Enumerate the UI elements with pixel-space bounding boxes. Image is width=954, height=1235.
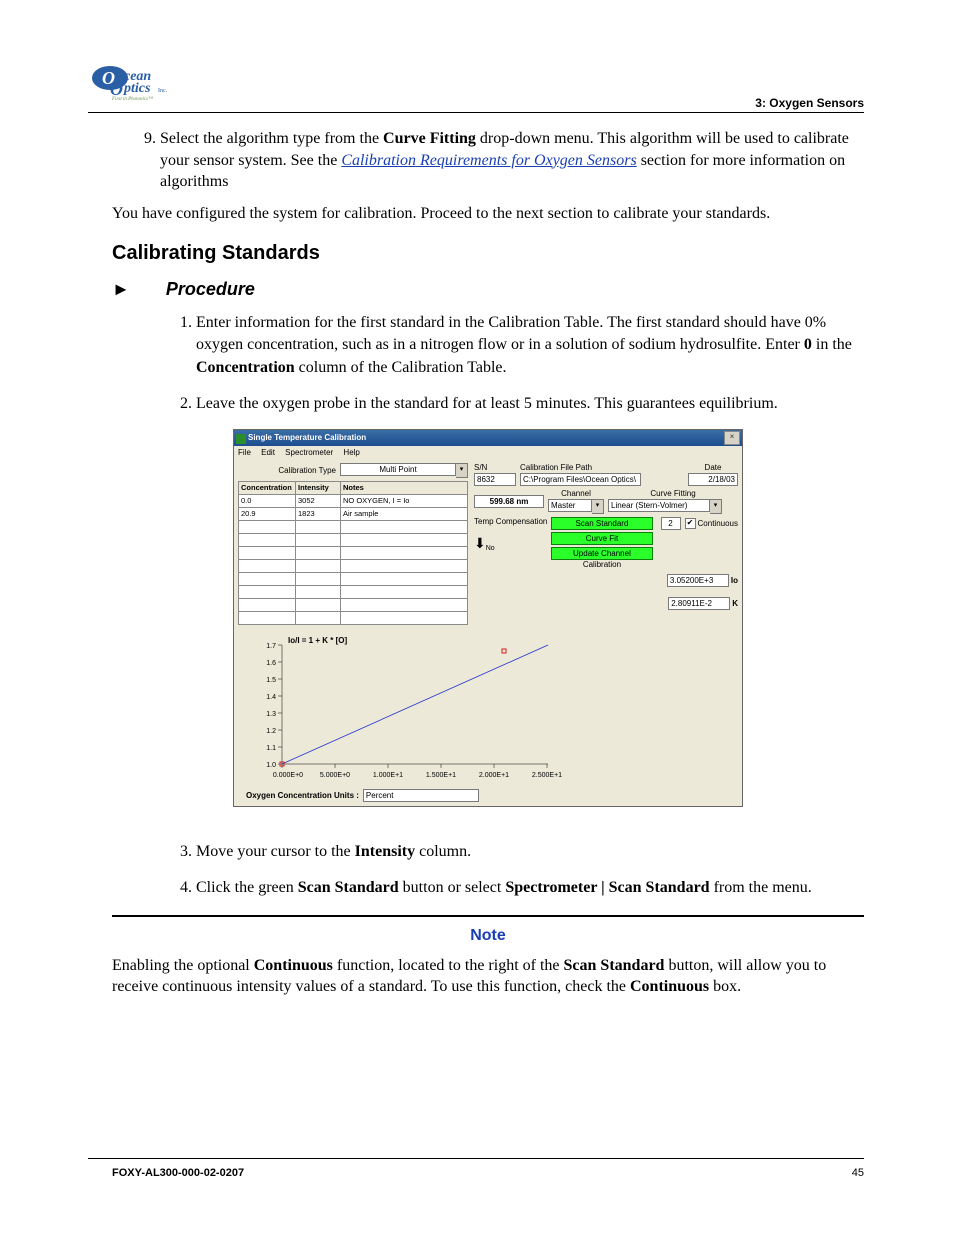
tempcomp-toggle[interactable]: No — [486, 545, 495, 552]
footer-pagenum: 45 — [852, 1167, 864, 1179]
tempcomp-label: Temp Compensation — [474, 517, 547, 526]
cal-type-select[interactable]: Multi Point — [340, 463, 456, 476]
col-intensity: Intensity — [296, 481, 341, 494]
note-heading: Note — [112, 927, 864, 945]
svg-text:1.4: 1.4 — [266, 694, 276, 701]
calibration-table[interactable]: Concentration Intensity Notes 0.03052NO … — [238, 481, 468, 625]
svg-text:2.500E+1: 2.500E+1 — [532, 772, 562, 779]
window-title: Single Temperature Calibration — [248, 433, 366, 442]
procedure-arrow-icon: ► — [112, 279, 130, 299]
header-rule — [88, 112, 864, 113]
io-label: Io — [731, 576, 738, 585]
curve-fit-button[interactable]: Curve Fit — [551, 532, 652, 545]
curvefit-select[interactable]: Linear (Stern-Volmer) — [608, 499, 710, 512]
chevron-down-icon[interactable]: ▾ — [592, 499, 604, 514]
table-row: 0.03052NO OXYGEN, I = Io — [239, 494, 468, 507]
svg-text:1.0: 1.0 — [266, 762, 276, 769]
footer-rule — [88, 1158, 864, 1159]
table-row: 20.91823Air sample — [239, 507, 468, 520]
note-body: Enabling the optional Continuous functio… — [112, 955, 864, 998]
date-field[interactable]: 2/18/03 — [688, 473, 738, 486]
table-row — [239, 585, 468, 598]
note-rule-top — [112, 915, 864, 917]
step-9: Select the algorithm type from the Curve… — [160, 128, 864, 193]
svg-text:1.5: 1.5 — [266, 677, 276, 684]
svg-text:Io/I = 1 + K * [O]: Io/I = 1 + K * [O] — [288, 636, 347, 645]
menu-edit[interactable]: Edit — [261, 448, 275, 457]
svg-text:1.1: 1.1 — [266, 745, 276, 752]
filepath-field[interactable]: C:\Program Files\Ocean Optics\ — [520, 473, 641, 486]
curvefit-label: Curve Fitting — [608, 489, 738, 498]
continuous-label: Continuous — [698, 519, 738, 528]
table-row — [239, 533, 468, 546]
svg-text:5.000E+0: 5.000E+0 — [320, 772, 350, 779]
app-window: Single Temperature Calibration × File Ed… — [233, 429, 743, 807]
svg-text:1.7: 1.7 — [266, 643, 276, 650]
table-row — [239, 559, 468, 572]
chevron-down-icon[interactable]: ▾ — [710, 499, 722, 514]
footer-docid: FOXY-AL300-000-02-0207 — [112, 1167, 244, 1179]
k-label: K — [732, 599, 738, 608]
svg-text:O: O — [110, 79, 123, 99]
table-row — [239, 598, 468, 611]
units-field[interactable]: Percent — [363, 789, 479, 802]
svg-text:ptics: ptics — [123, 81, 151, 96]
close-icon[interactable]: × — [724, 431, 740, 445]
svg-text:Inc.: Inc. — [158, 88, 168, 94]
date-label: Date — [688, 463, 738, 472]
proc-step-4: Click the green Scan Standard button or … — [196, 877, 864, 899]
svg-text:1.6: 1.6 — [266, 660, 276, 667]
channel-label: Channel — [548, 489, 604, 498]
sn-field[interactable]: 8632 — [474, 473, 516, 486]
proc-step-3: Move your cursor to the Intensity column… — [196, 841, 864, 863]
svg-text:1.3: 1.3 — [266, 711, 276, 718]
k-value: 2.80911E-2 — [668, 597, 730, 610]
svg-text:1.000E+1: 1.000E+1 — [373, 772, 403, 779]
svg-text:2.000E+1: 2.000E+1 — [479, 772, 509, 779]
calibration-req-link[interactable]: Calibration Requirements for Oxygen Sens… — [341, 152, 636, 169]
units-label: Oxygen Concentration Units : — [246, 791, 359, 800]
channel-select[interactable]: Master — [548, 499, 592, 512]
table-row — [239, 546, 468, 559]
menu-file[interactable]: File — [238, 448, 251, 457]
chevron-down-icon[interactable]: ▾ — [456, 463, 468, 478]
col-notes: Notes — [341, 481, 468, 494]
scan-standard-button[interactable]: Scan Standard — [551, 517, 652, 530]
down-arrow-icon: ⬇ — [474, 535, 486, 552]
menu-spectrometer[interactable]: Spectrometer — [285, 448, 333, 457]
svg-text:1.2: 1.2 — [266, 728, 276, 735]
cal-type-label: Calibration Type — [278, 466, 336, 475]
update-calibration-button[interactable]: Update Channel Calibration — [551, 547, 652, 560]
menu-help[interactable]: Help — [343, 448, 359, 457]
brand-logo: cean ptics Inc. First in Photonics™ O O — [88, 62, 198, 102]
proc-step-2: Leave the oxygen probe in the standard f… — [196, 393, 864, 415]
table-row — [239, 572, 468, 585]
proc-step-1: Enter information for the first standard… — [196, 312, 864, 378]
svg-text:0.000E+0: 0.000E+0 — [273, 772, 303, 779]
header-section: 3: Oxygen Sensors — [755, 96, 864, 110]
calibration-plot: Io/I = 1 + K * [O] 1.7 1.6 1.5 1.4 1.3 1… — [248, 631, 728, 781]
filepath-label: Calibration File Path — [520, 463, 684, 472]
menubar: File Edit Spectrometer Help — [234, 446, 742, 459]
calibrating-standards-heading: Calibrating Standards — [112, 242, 864, 265]
wavelength-field: 599.68 nm — [474, 495, 544, 508]
svg-text:1.500E+1: 1.500E+1 — [426, 772, 456, 779]
post-step9-para: You have configured the system for calib… — [112, 203, 864, 225]
titlebar: Single Temperature Calibration × — [234, 430, 742, 446]
continuous-checkbox[interactable]: ✔ — [685, 518, 696, 529]
std-number: 2 — [661, 517, 681, 530]
table-row — [239, 520, 468, 533]
table-row — [239, 611, 468, 624]
procedure-heading: ►Procedure — [112, 279, 864, 300]
app-icon — [236, 434, 246, 444]
col-concentration: Concentration — [239, 481, 296, 494]
sn-label: S/N — [474, 463, 516, 472]
io-value: 3.05200E+3 — [667, 574, 729, 587]
